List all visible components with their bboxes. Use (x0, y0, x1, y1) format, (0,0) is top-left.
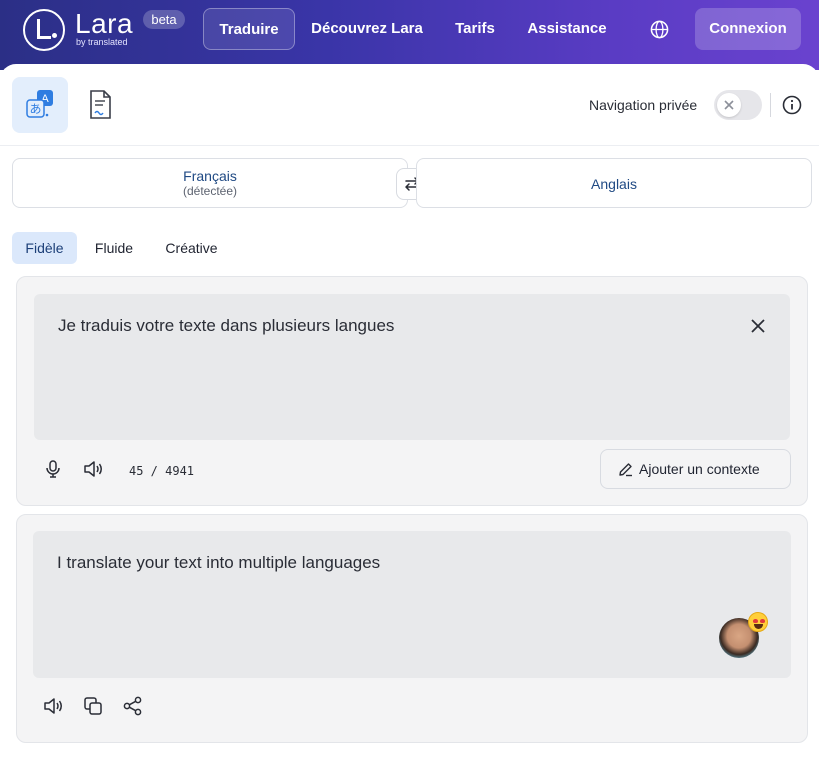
source-language-selector[interactable]: Français (détectée) (12, 158, 408, 208)
source-language-name: Français (183, 168, 237, 184)
lara-logo-icon[interactable] (23, 9, 65, 51)
style-tab-faithful[interactable]: Fidèle (12, 232, 77, 264)
star-struck-emoji-icon (748, 612, 768, 632)
copy-icon[interactable] (82, 695, 104, 717)
toggle-knob (717, 93, 741, 117)
top-navbar: Lara by translated beta Traduire Découvr… (0, 0, 819, 70)
speaker-icon[interactable] (82, 458, 104, 480)
divider (770, 93, 771, 117)
beta-badge: beta (143, 10, 185, 29)
target-language-name: Anglais (591, 176, 637, 192)
login-button[interactable]: Connexion (695, 8, 801, 50)
text-mode-button[interactable]: A あ (12, 77, 68, 133)
microphone-icon[interactable] (42, 458, 64, 480)
source-language-detected: (détectée) (182, 184, 238, 198)
pencil-icon (619, 463, 632, 477)
globe-language-icon[interactable] (650, 20, 669, 39)
add-context-button[interactable]: Ajouter un contexte (600, 449, 791, 489)
add-context-label: Ajouter un contexte (639, 461, 760, 477)
svg-text:あ: あ (29, 102, 41, 116)
style-tab-fluid[interactable]: Fluide (84, 232, 144, 264)
target-language-selector[interactable]: Anglais (416, 158, 812, 208)
clear-text-icon[interactable] (749, 317, 767, 335)
style-tab-creative[interactable]: Créative (154, 232, 229, 264)
translated-text[interactable]: I translate your text into multiple lang… (57, 553, 380, 573)
divider (0, 145, 819, 146)
share-icon[interactable] (122, 695, 144, 717)
document-mode-button[interactable] (72, 77, 128, 133)
nav-pricing[interactable]: Tarifs (445, 8, 505, 50)
info-icon[interactable] (782, 95, 802, 115)
speaker-icon[interactable] (42, 695, 64, 717)
brand-subtitle: by translated (76, 37, 128, 47)
close-icon (724, 100, 734, 110)
private-browsing-label: Navigation privée (589, 97, 698, 113)
private-browsing-toggle[interactable] (714, 90, 762, 120)
source-text[interactable]: Je traduis votre texte dans plusieurs la… (58, 316, 394, 336)
nav-translate[interactable]: Traduire (203, 8, 295, 50)
nav-support[interactable]: Assistance (522, 8, 612, 50)
translate-document-icon (90, 90, 111, 119)
character-counter: 45 / 4941 (129, 464, 195, 478)
translate-text-icon: A あ (26, 90, 53, 118)
nav-discover-lara[interactable]: Découvrez Lara (304, 8, 430, 50)
brand-name[interactable]: Lara (75, 8, 133, 40)
